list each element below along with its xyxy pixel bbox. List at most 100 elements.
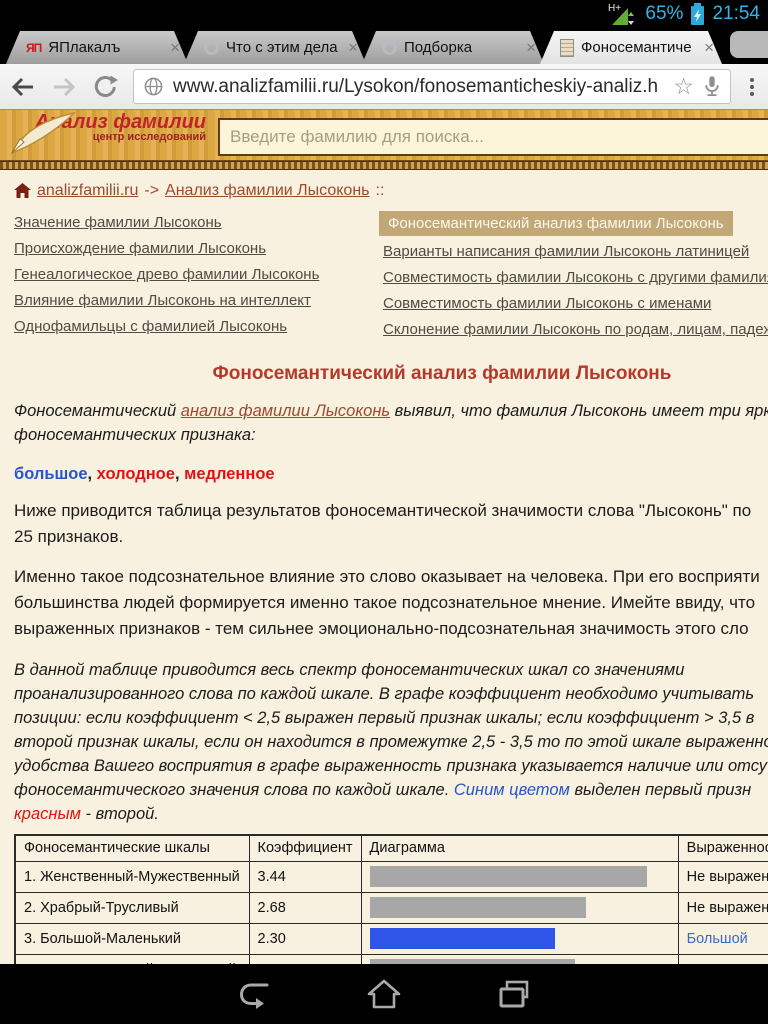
back-nav-icon[interactable] bbox=[234, 976, 274, 1012]
menu-column-right: Фоносемантический анализ фамилии Лысокон… bbox=[379, 211, 768, 347]
scale-name: 2. Храбрый-Трусливый bbox=[14, 891, 250, 924]
site-security-globe-icon bbox=[144, 77, 163, 96]
bookmark-star-icon[interactable]: ☆ bbox=[673, 75, 694, 98]
breadcrumb-suffix: :: bbox=[375, 182, 385, 199]
status-bar: H+ 65% 21:54 bbox=[0, 0, 768, 28]
home-icon[interactable] bbox=[14, 183, 31, 199]
scale-name: 3. Большой-Маленький bbox=[14, 922, 250, 955]
menu-item-sovmestimost-familii[interactable]: Совместимость фамилии Лысоконь с другими… bbox=[383, 269, 768, 286]
text-line: второй признак шкалы, если он находится … bbox=[14, 733, 768, 751]
text-line: Ниже приводится таблица результатов фоно… bbox=[14, 501, 752, 520]
table-row: 3. Большой-Маленький 2.30 Большой bbox=[14, 922, 768, 955]
coefficient-value: 2.30 bbox=[248, 922, 362, 955]
site-header: Анализ фамилии центр исследований bbox=[0, 110, 768, 161]
home-nav-icon[interactable] bbox=[364, 976, 404, 1012]
text-line: красным - второй. bbox=[14, 805, 159, 823]
scale-name: 1. Женственный-Мужественный bbox=[14, 860, 250, 893]
close-tab-icon[interactable]: × bbox=[170, 39, 180, 56]
menu-item-sklonenie[interactable]: Склонение фамилии Лысоконь по родам, лиц… bbox=[383, 321, 768, 338]
signal-strength-icon: H+ bbox=[608, 3, 635, 25]
menu-item-fonosemanticheskiy-active[interactable]: Фоносемантический анализ фамилии Лысокон… bbox=[379, 211, 733, 236]
browser-toolbar: www.analizfamilii.ru/Lysokon/fonosemanti… bbox=[0, 64, 768, 110]
text-line: Фоносемантический анализ фамилии Лысокон… bbox=[14, 402, 768, 420]
text-line: 25 признаков. bbox=[14, 527, 124, 546]
legend-paragraph: В данной таблице приводится весь спектр … bbox=[14, 658, 768, 826]
text-line: фоносемантических признака: bbox=[14, 426, 256, 444]
default-favicon-icon bbox=[204, 40, 219, 55]
expression-value: Не выражен bbox=[677, 860, 768, 893]
clock: 21:54 bbox=[712, 3, 760, 24]
diagram-bar-highlighted bbox=[369, 928, 555, 949]
column-header-expression: Выраженность bbox=[677, 834, 768, 862]
text-line: В данной таблице приводится весь спектр … bbox=[14, 661, 685, 679]
table-header-row: Фоносемантические шкалы Коэффициент Диаг… bbox=[14, 834, 768, 862]
svg-text:H+: H+ bbox=[608, 3, 621, 14]
tab-title: Что с этим дела bbox=[226, 39, 338, 56]
url-bar[interactable]: www.analizfamilii.ru/Lysokon/fonosemanti… bbox=[133, 69, 731, 104]
tab-strip: ЯП ЯПлакалъ × Что с этим дела × Подборка… bbox=[0, 28, 768, 64]
battery-percent: 65% bbox=[645, 3, 684, 24]
yaplakal-favicon-icon: ЯП bbox=[26, 40, 42, 55]
column-header-scales: Фоносемантические шкалы bbox=[14, 834, 250, 862]
tab-podborka[interactable]: Подборка × bbox=[362, 31, 544, 64]
breadcrumb-separator: -> bbox=[144, 182, 160, 199]
menu-column-left: Значение фамилии Лысоконь Происхождение … bbox=[14, 214, 383, 347]
close-tab-icon[interactable]: × bbox=[348, 39, 358, 56]
breadcrumb: analizfamilii.ru -> Анализ фамилии Лысок… bbox=[14, 182, 768, 200]
expression-value: Большой bbox=[677, 922, 768, 955]
menu-item-odnofamiltsy[interactable]: Однофамильцы с фамилией Лысоконь bbox=[14, 318, 287, 335]
diagram-bar bbox=[369, 897, 586, 918]
expression-value: Не выражен bbox=[677, 891, 768, 924]
menu-item-vliyanie-na-intellekt[interactable]: Влияние фамилии Лысоконь на интеллект bbox=[14, 292, 311, 309]
menu-item-znachenie[interactable]: Значение фамилии Лысоконь bbox=[14, 214, 222, 231]
text-line: выраженных признаков - тем сильнее эмоци… bbox=[14, 619, 749, 638]
close-tab-icon[interactable]: × bbox=[704, 39, 714, 56]
overflow-menu-button[interactable] bbox=[746, 76, 758, 98]
web-page: Анализ фамилии центр исследований analiz… bbox=[0, 110, 768, 1024]
forward-button[interactable] bbox=[51, 75, 77, 99]
coefficient-value: 2.68 bbox=[248, 891, 362, 924]
intro-paragraph: Фоносемантический анализ фамилии Лысокон… bbox=[14, 399, 768, 447]
android-navigation-bar bbox=[0, 964, 768, 1024]
close-tab-icon[interactable]: × bbox=[526, 39, 536, 56]
refresh-button[interactable] bbox=[92, 74, 118, 100]
menu-item-varianty-latinitsey[interactable]: Варианты написания фамилии Лысоконь лати… bbox=[383, 243, 749, 260]
column-header-diagram: Диаграмма bbox=[360, 834, 679, 862]
default-favicon-icon bbox=[382, 40, 397, 55]
table-row: 2. Храбрый-Трусливый 2.68 Не выражен bbox=[14, 891, 768, 924]
decorative-border bbox=[0, 161, 768, 170]
text-line: позиции: если коэффициент < 2,5 выражен … bbox=[14, 709, 755, 727]
text-line: проанализированного слова по каждой шкал… bbox=[14, 685, 755, 703]
tab-title: ЯПлакалъ bbox=[48, 39, 121, 56]
menu-item-sovmestimost-imena[interactable]: Совместимость фамилии Лысоконь с именами bbox=[383, 295, 711, 312]
tab-title: Фоносемантиче bbox=[581, 39, 692, 56]
text-line: фоносемантического значения слова по каж… bbox=[14, 781, 752, 799]
breadcrumb-current-link[interactable]: Анализ фамилии Лысоконь bbox=[165, 182, 369, 200]
tab-chto-s-etim[interactable]: Что с этим дела × bbox=[184, 31, 366, 64]
page-title: Фоносемантический анализ фамилии Лысокон… bbox=[212, 363, 672, 384]
coefficient-value: 3.44 bbox=[248, 860, 362, 893]
column-header-coefficient: Коэффициент bbox=[248, 834, 362, 862]
menu-item-proishozhdenie[interactable]: Происхождение фамилии Лысоконь bbox=[14, 240, 266, 257]
influence-paragraph: Именно такое подсознательное влияние это… bbox=[14, 564, 768, 642]
page-favicon-icon bbox=[560, 39, 574, 57]
diagram-bar bbox=[369, 866, 647, 887]
tab-fonosemantic-active[interactable]: Фоносемантиче × bbox=[540, 31, 722, 64]
table-intro-paragraph: Ниже приводится таблица результатов фоно… bbox=[14, 498, 768, 550]
url-text[interactable]: www.analizfamilii.ru/Lysokon/fonosemanti… bbox=[173, 76, 664, 98]
surname-search-input[interactable] bbox=[218, 118, 768, 156]
features-line: большое, холодное, медленное bbox=[14, 465, 275, 483]
tab-overflow-stub[interactable] bbox=[730, 31, 768, 58]
page-content: analizfamilii.ru -> Анализ фамилии Лысок… bbox=[0, 170, 768, 1024]
voice-search-mic-icon[interactable] bbox=[703, 75, 721, 99]
table-row: 1. Женственный-Мужественный 3.44 Не выра… bbox=[14, 860, 768, 893]
recent-apps-nav-icon[interactable] bbox=[494, 976, 534, 1012]
menu-item-genealogicheskoe-drevo[interactable]: Генеалогическое древо фамилии Лысоконь bbox=[14, 266, 319, 283]
text-line: удобства Вашего восприятия в графе выраж… bbox=[14, 757, 768, 775]
breadcrumb-home-link[interactable]: analizfamilii.ru bbox=[37, 182, 138, 200]
battery-charging-icon bbox=[691, 3, 705, 25]
back-button[interactable] bbox=[10, 75, 36, 99]
tab-yaplakal[interactable]: ЯП ЯПлакалъ × bbox=[6, 31, 188, 64]
site-logo[interactable]: Анализ фамилии центр исследований bbox=[10, 111, 206, 155]
surname-menu: Значение фамилии Лысоконь Происхождение … bbox=[14, 211, 768, 347]
